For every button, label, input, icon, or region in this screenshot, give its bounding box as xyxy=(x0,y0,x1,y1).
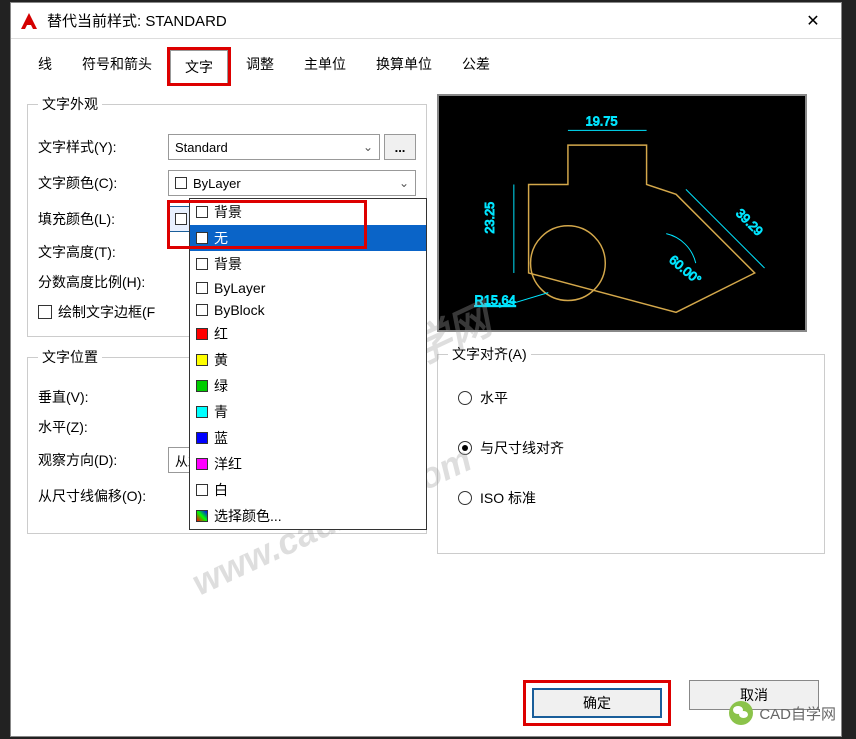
autocad-logo xyxy=(19,11,39,31)
fill-color-label: 填充颜色(L): xyxy=(38,209,168,229)
appearance-legend: 文字外观 xyxy=(38,94,102,114)
highlight-text-tab: 文字 xyxy=(167,47,231,86)
dd-item-red[interactable]: 红 xyxy=(190,321,426,347)
bylayer-swatch-icon xyxy=(175,177,187,189)
swatch-icon xyxy=(196,328,208,340)
footer-watermark: CAD自学网 xyxy=(729,701,836,725)
right-column: 19.75 23.25 39.29 60.00° R15.64 文字对齐(A) … xyxy=(437,94,825,564)
dd-item-bylayer[interactable]: ByLayer xyxy=(190,277,426,299)
dd-item-magenta[interactable]: 洋红 xyxy=(190,451,426,477)
swatch-icon xyxy=(196,432,208,444)
radio-iso[interactable] xyxy=(458,491,472,505)
tab-primary-units[interactable]: 主单位 xyxy=(289,47,361,86)
swatch-icon xyxy=(196,258,208,270)
dd-item-yellow[interactable]: 黄 xyxy=(190,347,426,373)
dd-item-bei[interactable]: 背景 xyxy=(190,199,426,225)
fraction-scale-label: 分数高度比例(H): xyxy=(38,272,178,292)
radio-iso-label: ISO 标准 xyxy=(480,488,536,508)
dd-item-blue[interactable]: 蓝 xyxy=(190,425,426,451)
placement-legend: 文字位置 xyxy=(38,347,102,367)
view-direction-label: 观察方向(D): xyxy=(38,450,168,470)
swatch-icon xyxy=(196,232,208,244)
text-style-label: 文字样式(Y): xyxy=(38,137,168,157)
dd-item-select-color[interactable]: 选择颜色... xyxy=(190,503,426,529)
swatch-icon xyxy=(196,484,208,496)
swatch-icon xyxy=(196,406,208,418)
horizontal-label: 水平(Z): xyxy=(38,417,168,437)
tab-text[interactable]: 文字 xyxy=(170,50,228,83)
dd-item-background[interactable]: 背景 xyxy=(190,251,426,277)
background-swatch-icon xyxy=(175,213,187,225)
text-color-label: 文字颜色(C): xyxy=(38,173,168,193)
text-color-combo[interactable]: ByLayer xyxy=(168,170,416,196)
text-style-combo[interactable]: Standard xyxy=(168,134,380,160)
button-bar: 确定 取消 xyxy=(11,680,841,726)
tab-symbols-arrows[interactable]: 符号和箭头 xyxy=(67,47,167,86)
dialog-title: 替代当前样式: STANDARD xyxy=(47,10,793,31)
tab-alt-units[interactable]: 换算单位 xyxy=(361,47,447,86)
dimension-preview: 19.75 23.25 39.29 60.00° R15.64 xyxy=(437,94,807,332)
dd-item-white[interactable]: 白 xyxy=(190,477,426,503)
vertical-label: 垂直(V): xyxy=(38,387,168,407)
swatch-icon xyxy=(196,206,208,218)
offset-label: 从尺寸线偏移(O): xyxy=(38,486,188,506)
radio-horizontal-label: 水平 xyxy=(480,388,508,408)
draw-frame-label: 绘制文字边框(F xyxy=(58,302,155,322)
dd-item-none[interactable]: 无 xyxy=(190,225,426,251)
dialog-window: 替代当前样式: STANDARD ✕ 线 符号和箭头 文字 调整 主单位 换算单… xyxy=(10,2,842,737)
highlight-ok: 确定 xyxy=(523,680,671,726)
svg-text:R15.64: R15.64 xyxy=(475,292,516,307)
tab-tolerances[interactable]: 公差 xyxy=(447,47,505,86)
ok-button[interactable]: 确定 xyxy=(532,688,662,718)
tab-adjust[interactable]: 调整 xyxy=(231,47,289,86)
dd-item-green[interactable]: 绿 xyxy=(190,373,426,399)
swatch-icon xyxy=(196,458,208,470)
swatch-icon xyxy=(196,354,208,366)
radio-aligned[interactable] xyxy=(458,441,472,455)
titlebar: 替代当前样式: STANDARD ✕ xyxy=(11,3,841,39)
alignment-legend: 文字对齐(A) xyxy=(448,344,531,364)
dd-item-byblock[interactable]: ByBlock xyxy=(190,299,426,321)
svg-text:23.25: 23.25 xyxy=(482,202,497,234)
dd-item-cyan[interactable]: 青 xyxy=(190,399,426,425)
palette-icon xyxy=(196,510,208,522)
text-height-label: 文字高度(T): xyxy=(38,242,168,262)
svg-text:19.75: 19.75 xyxy=(586,113,618,128)
tab-line[interactable]: 线 xyxy=(23,47,67,86)
wechat-icon xyxy=(729,701,753,725)
swatch-icon xyxy=(196,282,208,294)
svg-text:60.00°: 60.00° xyxy=(666,252,704,287)
swatch-icon xyxy=(196,380,208,392)
draw-frame-checkbox[interactable] xyxy=(38,305,52,319)
radio-horizontal[interactable] xyxy=(458,391,472,405)
radio-aligned-label: 与尺寸线对齐 xyxy=(480,438,564,458)
alignment-fieldset: 文字对齐(A) 水平 与尺寸线对齐 ISO 标准 xyxy=(437,344,825,554)
tabs-bar: 线 符号和箭头 文字 调整 主单位 换算单位 公差 xyxy=(11,39,841,86)
swatch-icon xyxy=(196,304,208,316)
fill-color-dropdown[interactable]: 背景 无 背景 ByLayer ByBlock 红 黄 绿 青 蓝 洋红 白 选… xyxy=(189,198,427,530)
text-style-browse-button[interactable]: ... xyxy=(384,134,416,160)
close-button[interactable]: ✕ xyxy=(793,5,833,37)
svg-text:39.29: 39.29 xyxy=(733,205,766,238)
